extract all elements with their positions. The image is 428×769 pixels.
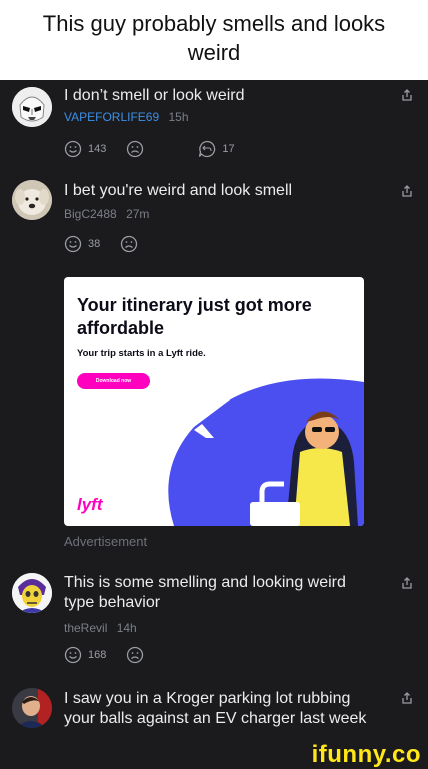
upvote-count: 38 [88,238,101,250]
smile-upvote-icon [64,646,82,664]
comment-username[interactable]: theRevil [64,621,107,635]
ad-download-button[interactable]: Download now [77,373,150,389]
ad-illustration [166,378,364,526]
lyft-logo: lyft [77,495,103,514]
frown-downvote-icon [121,235,138,253]
advertisement-label: Advertisement [64,534,148,549]
comment-actions: 38 [64,233,224,255]
ad-subtitle: Your trip starts in a Lyft ride. [77,348,206,359]
reply-bubble-icon [199,140,216,158]
downvote-button[interactable] [126,140,150,158]
upvote-button[interactable]: 38 [64,235,100,253]
upvote-button[interactable]: 168 [64,646,106,664]
stormtrooper-avatar-icon[interactable] [12,87,52,127]
comment-time: 27m [126,207,150,221]
comment-username[interactable]: BigC2488 [64,207,117,221]
skeletor-avatar-icon[interactable] [12,573,52,613]
smile-upvote-icon [64,140,82,158]
comment-text: This is some smelling and looking weird … [64,574,346,611]
upvote-count: 168 [88,649,107,661]
comment-meta: VAPEFORLIFE69 15h [64,110,189,124]
share-icon[interactable] [400,691,414,705]
comment-time: 14h [116,621,137,635]
comment-meta: theRevil 14h [64,621,137,635]
comment-actions: 143 17 [64,138,264,160]
caption-line-2: weird [187,40,241,65]
comment-text: I don’t smell or look weird [64,87,245,104]
meme-caption: This guy probably smells and looks weird [0,0,428,80]
caption-line-1: This guy probably smells and looks [42,11,386,36]
comment-text: I saw you in a Kroger parking lot rubbin… [64,690,367,727]
frown-downvote-icon [127,646,144,664]
ifunny-watermark: ifunny.co [311,741,421,768]
lyft-advertisement[interactable]: Your itinerary just got more affordable … [64,277,364,526]
share-icon[interactable] [400,88,414,102]
comment-time: 15h [168,110,189,124]
dog-avatar-icon[interactable] [12,180,52,220]
upvote-button[interactable]: 143 [64,140,106,158]
downvote-button[interactable] [120,235,144,253]
frown-downvote-icon [127,140,144,158]
comment-meta: BigC2488 27m [64,207,149,221]
ad-headline: Your itinerary just got more affordable [77,295,312,338]
downvote-button[interactable] [126,646,150,664]
person-avatar-icon[interactable] [12,688,52,728]
share-icon[interactable] [400,576,414,590]
comment-actions: 168 [64,644,224,666]
smile-upvote-icon [64,235,82,253]
upvote-count: 143 [88,143,107,155]
comment-username[interactable]: VAPEFORLIFE69 [64,110,159,124]
comment-text: I bet you're weird and look smell [64,182,293,199]
replies-button[interactable]: 17 [198,140,235,158]
share-icon[interactable] [400,184,414,198]
reply-count: 17 [222,143,235,155]
